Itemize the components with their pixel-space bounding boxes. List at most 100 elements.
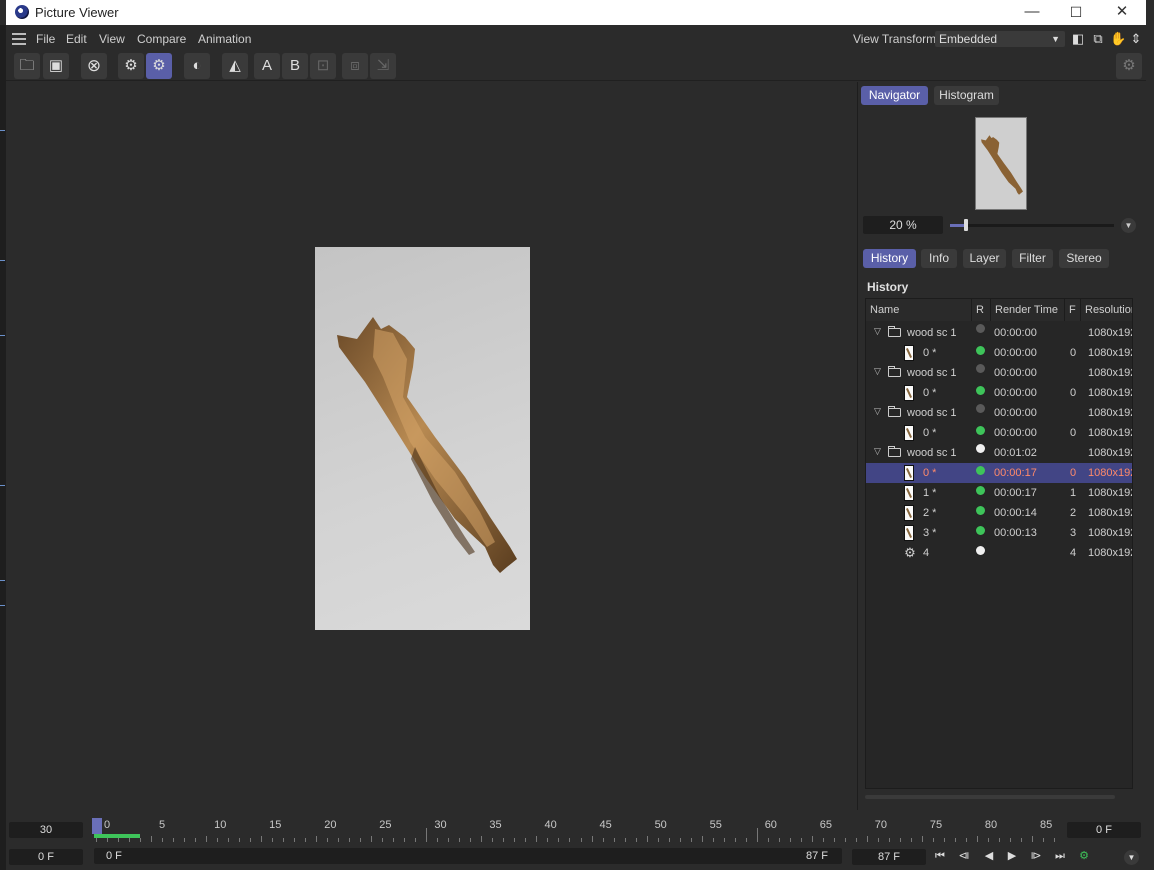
overlay-icon[interactable]: ⧈ — [342, 53, 368, 79]
fps-field[interactable]: 30 — [9, 822, 83, 838]
chevron-down-icon[interactable]: ▽ — [874, 326, 881, 337]
tab-history[interactable]: History — [863, 249, 916, 268]
image-thumbnail-icon — [904, 425, 914, 441]
right-panel: Navigator Histogram 20 % ▼ History Info … — [857, 82, 1144, 810]
history-row[interactable]: 0 * 00:00:00 0 1080x192 — [866, 343, 1132, 363]
go-to-end-icon[interactable]: ⏭ — [1052, 849, 1068, 863]
panel-toggle-icon[interactable]: ⚙ — [1116, 53, 1142, 79]
chevron-down-icon[interactable]: ▽ — [874, 366, 881, 377]
close-image-icon[interactable]: ⊗ — [81, 53, 107, 79]
ruler-label: 25 — [379, 819, 392, 831]
compare-mode-icon[interactable]: ⊡ — [310, 53, 336, 79]
history-item-resolution: 1080x192 — [1088, 467, 1132, 479]
play-backward-icon[interactable]: ◀ — [981, 849, 997, 863]
ruler-tick — [360, 838, 362, 842]
history-row[interactable]: 3 * 00:00:13 3 1080x192 — [866, 523, 1132, 543]
frame-range-bar[interactable]: 0 F 87 F — [94, 848, 842, 864]
history-row[interactable]: 0 * 00:00:00 0 1080x192 — [866, 383, 1132, 403]
col-header-resolution[interactable]: Resolution — [1081, 299, 1132, 321]
tab-filter[interactable]: Filter — [1012, 249, 1053, 268]
history-item-frame: 0 — [1070, 347, 1077, 359]
menu-compare[interactable]: Compare — [137, 32, 186, 46]
frame-field[interactable]: 87 F — [852, 849, 926, 865]
timeline-menu-icon[interactable]: ▼ — [1124, 850, 1139, 865]
ruler-label: 30 — [434, 819, 447, 831]
image-viewport[interactable] — [6, 82, 856, 812]
save-icon[interactable]: ▣ — [43, 53, 69, 79]
pin-icon[interactable]: ⇕ — [1128, 31, 1144, 47]
history-item-name: 3 * — [923, 527, 937, 539]
ruler-tick — [690, 838, 692, 842]
zoom-slider[interactable] — [950, 219, 1114, 231]
next-frame-icon[interactable]: ⧐ — [1028, 849, 1044, 863]
col-header-frame[interactable]: F — [1065, 299, 1081, 321]
playhead-marker[interactable] — [92, 818, 102, 834]
current-frame-field[interactable]: 0 F — [9, 849, 83, 865]
ruler-tick — [679, 838, 681, 842]
zoom-menu-icon[interactable]: ▼ — [1121, 218, 1136, 233]
ruler-label: 20 — [324, 819, 337, 831]
history-item-resolution: 1080x192 — [1088, 487, 1132, 499]
timeline-ruler[interactable]: 0 5 10 15 20 25 30 35 40 45 50 55 60 65 70 75 80 85 — [94, 816, 1055, 842]
previous-frame-icon[interactable]: ⧏ — [956, 849, 972, 863]
open-folder-icon[interactable]: 🗀 — [14, 53, 40, 79]
region-render-icon[interactable]: ⚙ — [146, 53, 172, 79]
hamburger-menu-icon[interactable] — [12, 33, 26, 45]
history-row[interactable]: 0 * 00:00:17 0 1080x192 — [866, 463, 1132, 483]
pan-hand-icon[interactable]: ✋ — [1110, 31, 1126, 47]
ruler-tick — [327, 838, 329, 842]
ruler-tick — [140, 838, 142, 842]
export-icon[interactable]: ⇲ — [370, 53, 396, 79]
split-view-icon[interactable]: ◧ — [1070, 31, 1086, 47]
tab-layer[interactable]: Layer — [963, 249, 1006, 268]
tab-stereo[interactable]: Stereo — [1059, 249, 1109, 268]
render-settings-icon[interactable]: ⚙ — [1076, 849, 1092, 863]
col-header-render-time[interactable]: Render Time — [991, 299, 1065, 321]
compare-a-button[interactable]: A — [254, 53, 280, 79]
close-button[interactable]: ✕ — [1099, 0, 1145, 25]
horizontal-scrollbar[interactable] — [865, 795, 1115, 799]
play-forward-icon[interactable]: ▶ — [1004, 849, 1020, 863]
col-header-name[interactable]: Name — [866, 299, 972, 321]
menu-edit[interactable]: Edit — [66, 32, 87, 46]
compare-swap-icon[interactable]: ◭ — [222, 53, 248, 79]
ruler-tick — [558, 838, 560, 842]
history-row[interactable]: ⚙ 4 4 1080x192 — [866, 543, 1132, 563]
history-item-frame: 1 — [1070, 487, 1077, 499]
view-transform-select[interactable]: Embedded ▼ — [935, 31, 1065, 47]
ruler-tick — [349, 838, 351, 842]
end-frame-field[interactable]: 0 F — [1067, 822, 1141, 838]
chevron-down-icon[interactable]: ▽ — [874, 446, 881, 457]
history-row[interactable]: ▽ wood sc 1 00:00:00 1080x192 — [866, 363, 1132, 383]
status-dot-icon — [976, 404, 985, 413]
wood-branch-image — [337, 317, 517, 573]
chevron-down-icon[interactable]: ▽ — [874, 406, 881, 417]
tab-histogram[interactable]: Histogram — [934, 86, 999, 105]
menu-animation[interactable]: Animation — [198, 32, 251, 46]
menu-view[interactable]: View — [99, 32, 125, 46]
tab-navigator[interactable]: Navigator — [861, 86, 928, 105]
ruler-tick — [547, 838, 549, 842]
history-row[interactable]: ▽ wood sc 1 00:01:02 1080x192 — [866, 443, 1132, 463]
compare-b-button[interactable]: B — [282, 53, 308, 79]
col-header-r[interactable]: R — [972, 299, 991, 321]
history-row[interactable]: ▽ wood sc 1 00:00:00 1080x192 — [866, 323, 1132, 343]
render-settings-icon[interactable]: ⚙ — [118, 53, 144, 79]
zoom-field[interactable]: 20 % — [863, 216, 943, 234]
history-row[interactable]: 0 * 00:00:00 0 1080x192 — [866, 423, 1132, 443]
minimize-button[interactable]: — — [1009, 0, 1055, 25]
zoom-slider-handle[interactable] — [964, 219, 969, 231]
range-start-label: 0 F — [106, 850, 122, 862]
contrast-icon[interactable]: ◐ — [184, 53, 210, 79]
navigator-thumbnail[interactable] — [975, 117, 1027, 210]
menu-file[interactable]: File — [36, 32, 55, 46]
history-row[interactable]: 1 * 00:00:17 1 1080x192 — [866, 483, 1132, 503]
tab-info[interactable]: Info — [921, 249, 957, 268]
external-window-icon[interactable]: ⧉ — [1090, 31, 1106, 47]
status-dot-icon — [976, 526, 985, 535]
ruler-tick — [503, 838, 505, 842]
history-row[interactable]: 2 * 00:00:14 2 1080x192 — [866, 503, 1132, 523]
go-to-start-icon[interactable]: ⏮ — [932, 849, 948, 863]
history-row[interactable]: ▽ wood sc 1 00:00:00 1080x192 — [866, 403, 1132, 423]
maximize-button[interactable]: ☐ — [1053, 0, 1099, 25]
